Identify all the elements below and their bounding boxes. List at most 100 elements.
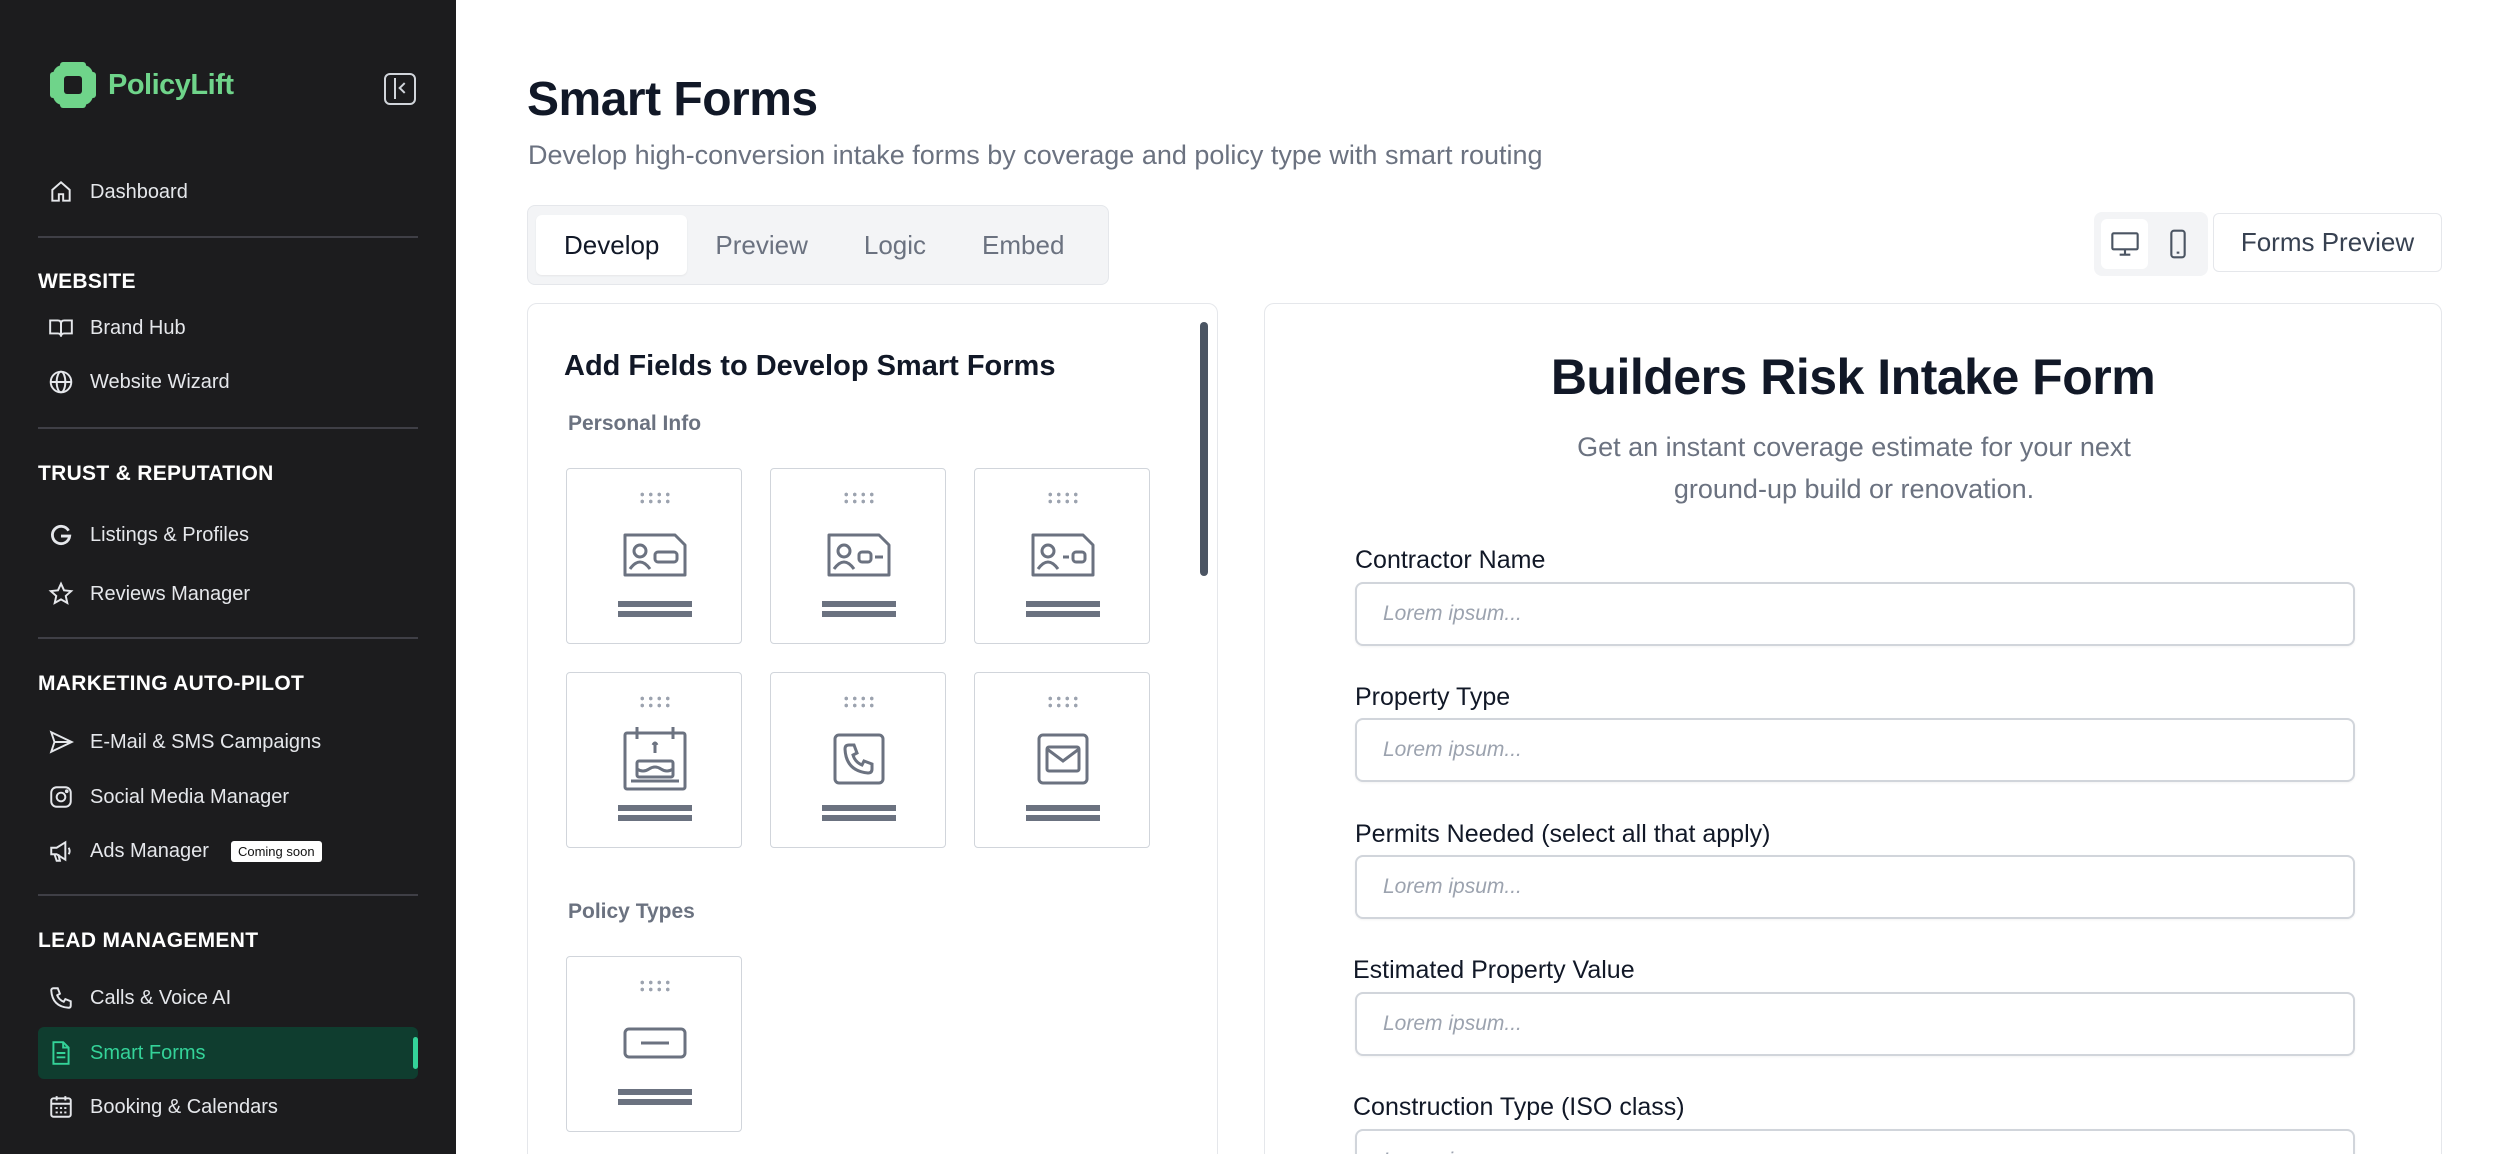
coming-soon-badge: Coming soon <box>230 840 322 862</box>
sidebar-item-label: Calls & Voice AI <box>90 986 232 1009</box>
editor-tabs: Develop Preview Logic Embed <box>527 205 1109 285</box>
phone-icon <box>833 733 885 785</box>
group-label-policy-types: Policy Types <box>568 900 695 923</box>
construction-type-input[interactable] <box>1355 1129 2355 1154</box>
contractor-name-input[interactable] <box>1355 582 2355 646</box>
form-preview-panel: Builders Risk Intake Form Get an instant… <box>1264 303 2442 1154</box>
field-label-placeholder <box>618 601 692 617</box>
drag-handle-icon[interactable] <box>638 695 672 709</box>
sidebar-item-calls[interactable]: Calls & Voice AI <box>38 972 418 1024</box>
section-title-trust: TRUST & REPUTATION <box>38 462 274 485</box>
field-label-permits-needed: Permits Needed (select all that apply) <box>1355 820 1771 848</box>
divider <box>38 637 418 639</box>
field-card-policy-type[interactable] <box>566 956 742 1132</box>
sidebar-item-social[interactable]: Social Media Manager <box>38 771 418 823</box>
field-label-construction-type: Construction Type (ISO class) <box>1353 1093 1685 1121</box>
drag-handle-icon[interactable] <box>842 695 876 709</box>
divider <box>38 427 418 429</box>
globe-icon <box>49 370 73 394</box>
section-title-lead: LEAD MANAGEMENT <box>38 929 259 952</box>
drag-handle-icon[interactable] <box>638 979 672 993</box>
property-type-input[interactable] <box>1355 718 2355 782</box>
field-label-contractor-name: Contractor Name <box>1355 546 1546 574</box>
star-icon <box>48 581 74 605</box>
sidebar-item-label: E-Mail & SMS Campaigns <box>90 730 322 753</box>
sidebar-item-brand-hub[interactable]: Brand Hub <box>38 302 418 354</box>
field-label-placeholder <box>1026 805 1100 821</box>
sidebar-item-smart-forms[interactable]: Smart Forms <box>38 1027 418 1079</box>
field-card-full-name[interactable] <box>566 468 742 644</box>
monitor-icon <box>2110 232 2139 256</box>
sidebar-item-label: Listings & Profiles <box>90 523 249 546</box>
drag-handle-icon[interactable] <box>1046 491 1080 505</box>
field-label-placeholder <box>822 805 896 821</box>
sidebar-item-dashboard[interactable]: Dashboard <box>38 166 418 218</box>
id-card-name-icon <box>623 533 687 577</box>
calendar-icon <box>50 1096 72 1118</box>
sidebar-item-label: Social Media Manager <box>90 785 289 808</box>
sidebar-item-website-wizard[interactable]: Website Wizard <box>38 356 418 408</box>
page-title: Smart Forms <box>527 73 818 126</box>
divider <box>38 894 418 896</box>
birthday-cake-icon <box>623 727 687 791</box>
sidebar: PolicyLift Dashboard WEBSITE Brand Hub W… <box>0 0 456 1154</box>
estimated-property-value-input[interactable] <box>1355 992 2355 1056</box>
google-icon <box>51 524 72 546</box>
desktop-view-button[interactable] <box>2101 219 2148 269</box>
form-title: Builders Risk Intake Form <box>1550 349 2156 405</box>
fields-panel-title: Add Fields to Develop Smart Forms <box>564 350 1056 382</box>
field-label-property-type: Property Type <box>1355 683 1511 711</box>
field-label-placeholder <box>1026 601 1100 617</box>
instagram-icon <box>50 786 72 808</box>
id-card-line-icon <box>1031 533 1095 577</box>
drag-handle-icon[interactable] <box>1046 695 1080 709</box>
text-field-icon <box>623 1027 687 1059</box>
sidebar-item-label: Ads Manager <box>90 839 209 862</box>
field-card-first-name[interactable] <box>770 468 946 644</box>
permits-needed-input[interactable] <box>1355 855 2355 919</box>
sidebar-item-email-sms[interactable]: E-Mail & SMS Campaigns <box>38 716 418 768</box>
field-card-email[interactable] <box>974 672 1150 848</box>
megaphone-icon <box>50 840 71 862</box>
tab-logic[interactable]: Logic <box>836 215 954 275</box>
device-toggle <box>2094 212 2208 276</box>
policylift-logo-icon <box>50 62 96 108</box>
sidebar-item-reviews[interactable]: Reviews Manager <box>38 568 418 620</box>
tab-develop[interactable]: Develop <box>536 215 688 275</box>
drag-handle-icon[interactable] <box>638 491 672 505</box>
collapse-sidebar-button[interactable] <box>384 73 416 105</box>
field-label-placeholder <box>618 1089 692 1105</box>
section-title-website: WEBSITE <box>38 270 136 293</box>
page-subtitle: Develop high-conversion intake forms by … <box>528 140 1543 170</box>
home-icon <box>51 180 71 202</box>
form-subtitle: Get an instant coverage estimate for you… <box>1577 432 2131 504</box>
fields-panel: Add Fields to Develop Smart Forms Person… <box>527 303 1218 1154</box>
mail-icon <box>1037 733 1089 785</box>
field-card-phone[interactable] <box>770 672 946 848</box>
smartphone-icon <box>2169 229 2186 259</box>
file-text-icon <box>52 1041 70 1065</box>
forms-preview-button[interactable]: Forms Preview <box>2213 213 2442 272</box>
field-card-birthday[interactable] <box>566 672 742 848</box>
tab-preview[interactable]: Preview <box>687 215 835 275</box>
section-title-marketing: MARKETING AUTO-PILOT <box>38 672 305 695</box>
field-label-placeholder <box>822 601 896 617</box>
chevron-left-icon <box>398 82 410 94</box>
group-label-personal-info: Personal Info <box>568 412 702 435</box>
sidebar-item-booking[interactable]: Booking & Calendars <box>38 1081 418 1133</box>
drag-handle-icon[interactable] <box>842 491 876 505</box>
field-label-placeholder <box>618 805 692 821</box>
tab-embed[interactable]: Embed <box>954 215 1092 275</box>
sidebar-item-ads[interactable]: Ads Manager Coming soon <box>38 825 418 877</box>
sidebar-item-label: Brand Hub <box>90 316 186 339</box>
divider <box>38 236 418 238</box>
book-open-icon <box>49 319 73 337</box>
field-card-last-name[interactable] <box>974 468 1150 644</box>
sidebar-item-label: Smart Forms <box>90 1041 206 1064</box>
sidebar-item-label: Website Wizard <box>90 370 230 393</box>
sidebar-item-label: Reviews Manager <box>90 582 251 605</box>
sidebar-item-listings[interactable]: Listings & Profiles <box>38 509 418 561</box>
brand-logo[interactable]: PolicyLift <box>50 62 234 108</box>
mobile-view-button[interactable] <box>2154 219 2201 269</box>
fields-panel-scrollbar[interactable] <box>1200 322 1208 576</box>
